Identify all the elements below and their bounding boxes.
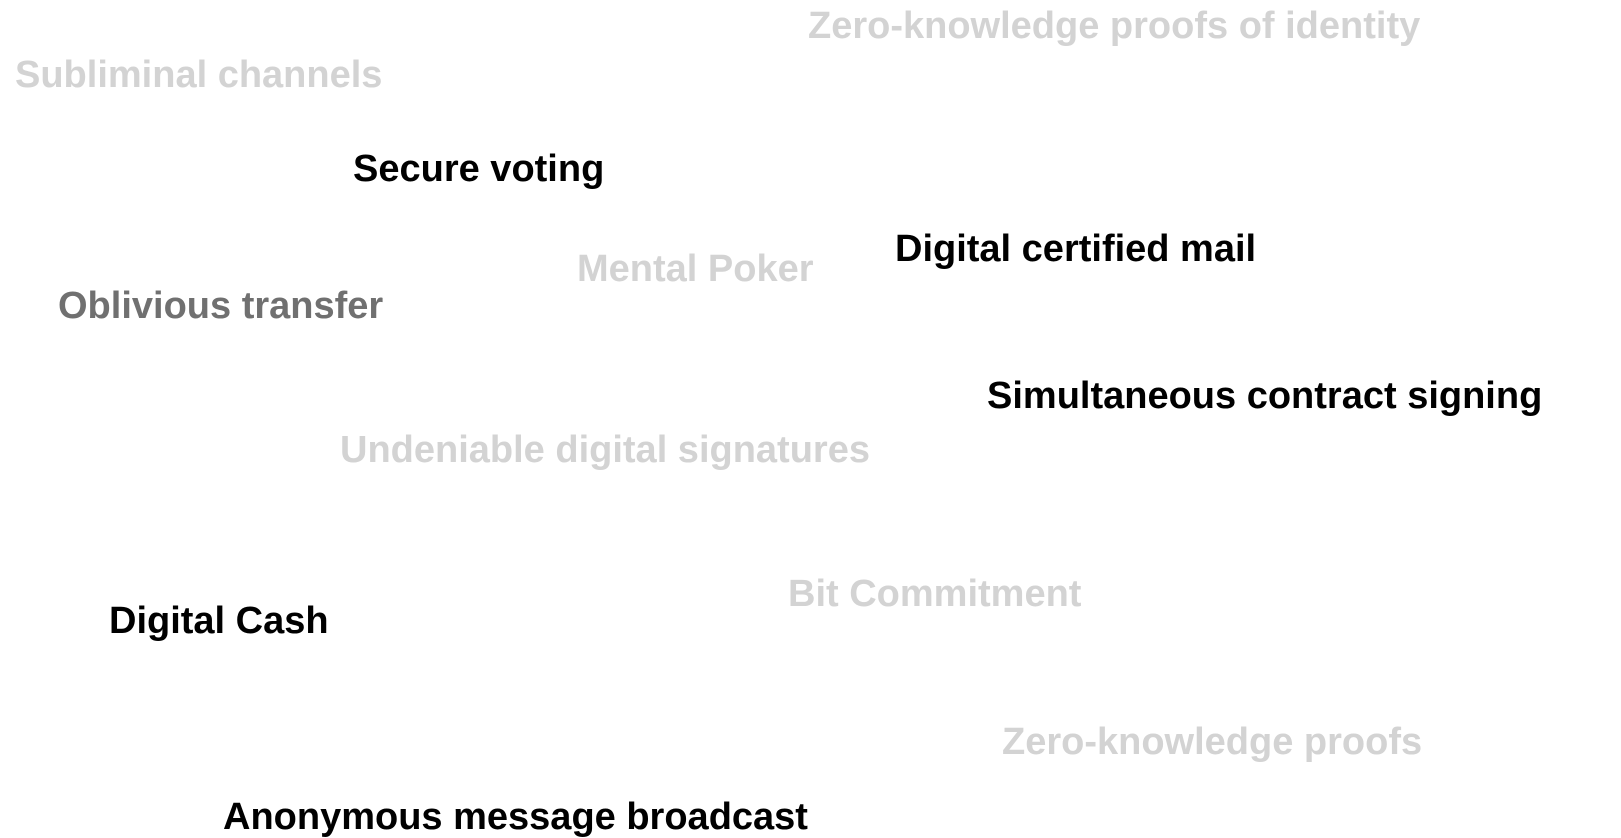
term-mental-poker: Mental Poker [577, 248, 814, 290]
term-undeniable-digital-signatures: Undeniable digital signatures [340, 429, 870, 471]
term-digital-cash: Digital Cash [109, 600, 329, 642]
term-simultaneous-contract-signing: Simultaneous contract signing [987, 375, 1543, 417]
term-zero-knowledge-proofs-of-identity: Zero-knowledge proofs of identity [808, 5, 1421, 47]
term-anonymous-message-broadcast: Anonymous message broadcast [223, 796, 808, 838]
term-digital-certified-mail: Digital certified mail [895, 228, 1257, 270]
term-bit-commitment: Bit Commitment [788, 573, 1082, 615]
term-secure-voting: Secure voting [353, 148, 605, 190]
term-zero-knowledge-proofs: Zero-knowledge proofs [1002, 721, 1423, 763]
term-subliminal-channels: Subliminal channels [15, 54, 383, 96]
term-oblivious-transfer: Oblivious transfer [58, 285, 384, 327]
